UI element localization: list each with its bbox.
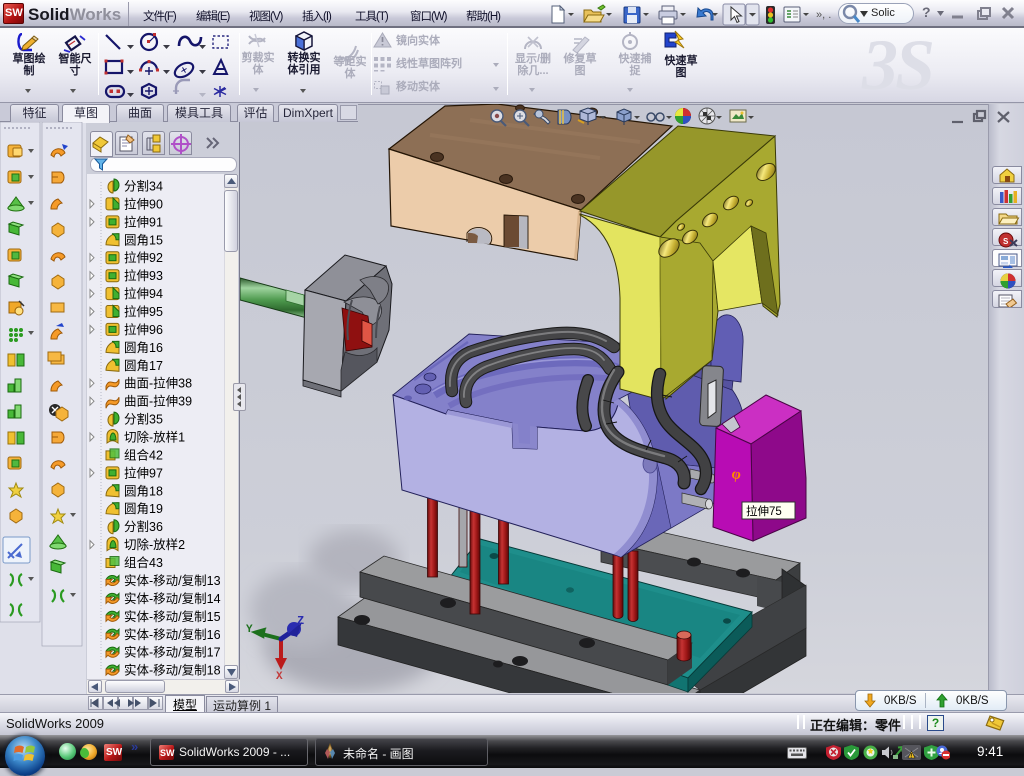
svg-text:分割34: 分割34 xyxy=(124,179,163,194)
svg-text:实体-移动/复制16: 实体-移动/复制16 xyxy=(124,627,221,642)
svg-text:实体-移动/复制17: 实体-移动/复制17 xyxy=(124,645,221,660)
svg-text:实体-移动/复制18: 实体-移动/复制18 xyxy=(124,663,221,678)
svg-text:S: S xyxy=(1003,237,1009,246)
svg-text:切除-放样1: 切除-放样1 xyxy=(124,430,185,445)
svg-text:圆角15: 圆角15 xyxy=(124,233,163,247)
svg-text:圆角16: 圆角16 xyxy=(124,341,163,355)
svg-text:组合42: 组合42 xyxy=(124,447,163,462)
svg-text:Z: Z xyxy=(297,614,304,628)
svg-text:拉伸96: 拉伸96 xyxy=(124,322,163,337)
svg-text:圆角18: 圆角18 xyxy=(124,484,163,498)
svg-text:实体-移动/复制14: 实体-移动/复制14 xyxy=(124,591,221,606)
svg-text:分割35: 分割35 xyxy=(124,412,163,427)
svg-text:!: ! xyxy=(910,754,912,760)
svg-text:拉伸95: 拉伸95 xyxy=(124,304,163,319)
svg-text:实体-移动/复制15: 实体-移动/复制15 xyxy=(124,609,221,624)
svg-text:拉伸94: 拉伸94 xyxy=(124,286,163,301)
svg-text:拉伸92: 拉伸92 xyxy=(124,250,163,265)
svg-text:拉伸97: 拉伸97 xyxy=(124,465,163,480)
svg-text:拉伸75: 拉伸75 xyxy=(746,504,782,518)
svg-text:实体-移动/复制13: 实体-移动/复制13 xyxy=(124,573,221,588)
svg-text:组合43: 组合43 xyxy=(124,555,163,570)
svg-text:曲面-拉伸38: 曲面-拉伸38 xyxy=(124,376,192,391)
svg-text:分割36: 分割36 xyxy=(124,519,163,534)
svg-text:X: X xyxy=(276,671,283,683)
svg-text:拉伸91: 拉伸91 xyxy=(124,214,163,229)
svg-text:圆角19: 圆角19 xyxy=(124,502,163,516)
svg-text:切除-放样2: 切除-放样2 xyxy=(124,537,185,552)
svg-text:拉伸93: 拉伸93 xyxy=(124,268,163,283)
svg-text:拉伸90: 拉伸90 xyxy=(124,196,163,211)
svg-text:Y: Y xyxy=(246,624,253,636)
svg-text:圆角17: 圆角17 xyxy=(124,359,163,373)
svg-text:曲面-拉伸39: 曲面-拉伸39 xyxy=(124,394,192,409)
